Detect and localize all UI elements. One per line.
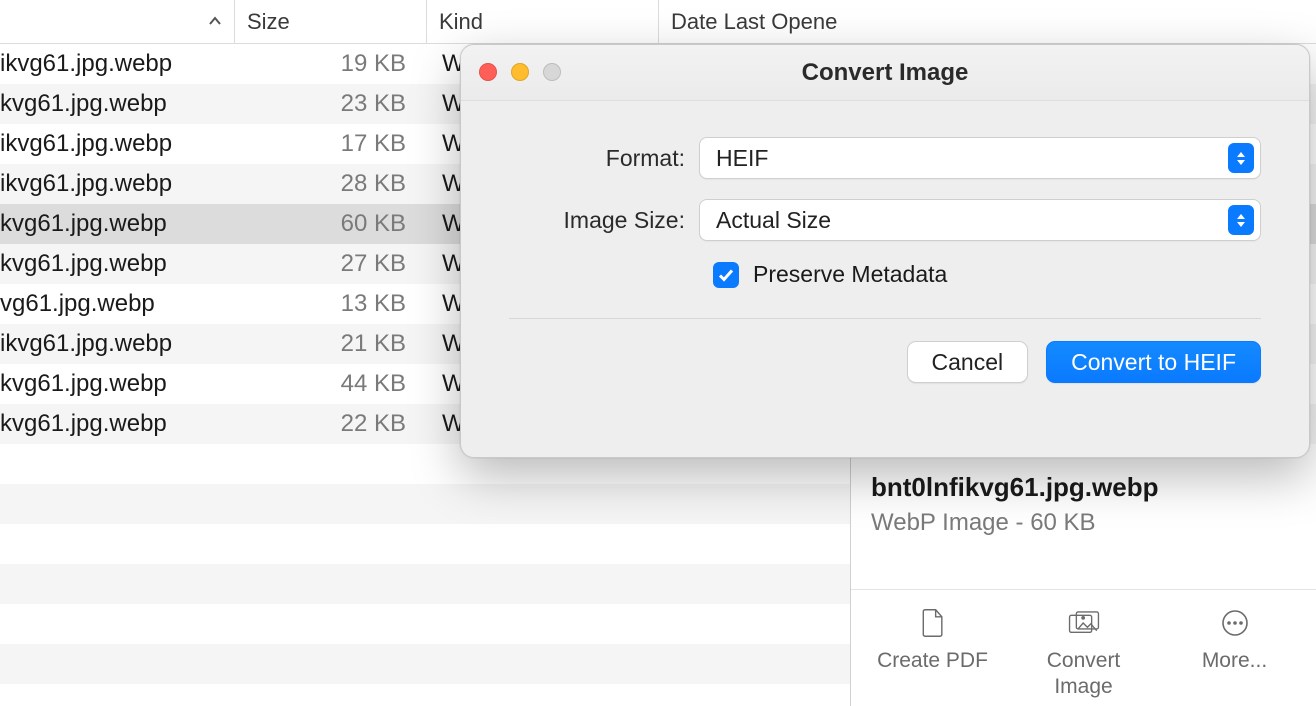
cell-size: 22 KB bbox=[234, 410, 426, 438]
format-value: HEIF bbox=[716, 145, 768, 172]
cell-name: ikvg61.jpg.webp bbox=[0, 50, 234, 78]
cell-size: 21 KB bbox=[234, 330, 426, 358]
cell-size: 28 KB bbox=[234, 170, 426, 198]
format-select[interactable]: HEIF bbox=[699, 137, 1261, 179]
convert-image-dialog: Convert Image Format: HEIF Image Size: A… bbox=[460, 44, 1310, 458]
checkmark-icon bbox=[718, 267, 734, 283]
more-label: More... bbox=[1202, 648, 1267, 674]
cell-size: 23 KB bbox=[234, 90, 426, 118]
images-icon bbox=[1067, 608, 1101, 638]
cell-size: 27 KB bbox=[234, 250, 426, 278]
cell-name: kvg61.jpg.webp bbox=[0, 90, 234, 118]
sort-ascending-icon bbox=[208, 13, 222, 31]
chevron-updown-icon bbox=[1228, 143, 1254, 173]
close-window-button[interactable] bbox=[479, 63, 497, 81]
create-pdf-action[interactable]: Create PDF bbox=[858, 608, 1008, 701]
preview-subtitle: WebP Image - 60 KB bbox=[851, 509, 1316, 545]
cancel-button[interactable]: Cancel bbox=[907, 341, 1029, 383]
column-header-name[interactable] bbox=[0, 0, 234, 43]
create-pdf-label: Create PDF bbox=[877, 648, 988, 674]
preserve-metadata-label: Preserve Metadata bbox=[753, 261, 947, 288]
column-header-size[interactable]: Size bbox=[234, 0, 426, 43]
cell-name: kvg61.jpg.webp bbox=[0, 250, 234, 278]
cell-size: 17 KB bbox=[234, 130, 426, 158]
cell-size: 44 KB bbox=[234, 370, 426, 398]
convert-image-action[interactable]: Convert Image bbox=[1009, 608, 1159, 701]
dialog-form: Format: HEIF Image Size: Actual Size bbox=[461, 101, 1309, 288]
cell-size: 19 KB bbox=[234, 50, 426, 78]
cell-name: kvg61.jpg.webp bbox=[0, 370, 234, 398]
cell-name: kvg61.jpg.webp bbox=[0, 410, 234, 438]
preview-filename: bnt0lnfikvg61.jpg.webp bbox=[851, 472, 1316, 509]
cell-name: kvg61.jpg.webp bbox=[0, 210, 234, 238]
ellipsis-circle-icon bbox=[1218, 608, 1252, 638]
convert-button[interactable]: Convert to HEIF bbox=[1046, 341, 1261, 383]
preview-pane: bnt0lnfikvg61.jpg.webp WebP Image - 60 K… bbox=[850, 458, 1316, 706]
cell-name: ikvg61.jpg.webp bbox=[0, 130, 234, 158]
chevron-updown-icon bbox=[1228, 205, 1254, 235]
preserve-metadata-checkbox[interactable] bbox=[713, 262, 739, 288]
cell-name: ikvg61.jpg.webp bbox=[0, 330, 234, 358]
quick-actions-bar: Create PDF Convert Image More... bbox=[851, 589, 1316, 706]
dialog-button-row: Cancel Convert to HEIF bbox=[461, 319, 1309, 383]
image-size-label: Image Size: bbox=[509, 207, 699, 234]
dialog-titlebar: Convert Image bbox=[461, 45, 1309, 101]
cell-size: 60 KB bbox=[234, 210, 426, 238]
document-icon bbox=[916, 608, 950, 638]
traffic-lights bbox=[479, 63, 561, 81]
column-header-date[interactable]: Date Last Opene bbox=[658, 0, 1316, 43]
more-action[interactable]: More... bbox=[1160, 608, 1310, 701]
minimize-window-button[interactable] bbox=[511, 63, 529, 81]
cell-name: ikvg61.jpg.webp bbox=[0, 170, 234, 198]
column-header-kind[interactable]: Kind bbox=[426, 0, 658, 43]
convert-image-label: Convert Image bbox=[1047, 648, 1121, 701]
cell-name: vg61.jpg.webp bbox=[0, 290, 234, 318]
format-label: Format: bbox=[509, 145, 699, 172]
column-header-row: Size Kind Date Last Opene bbox=[0, 0, 1316, 44]
cell-size: 13 KB bbox=[234, 290, 426, 318]
image-size-value: Actual Size bbox=[716, 207, 831, 234]
dialog-title: Convert Image bbox=[802, 59, 969, 87]
image-size-select[interactable]: Actual Size bbox=[699, 199, 1261, 241]
zoom-window-button bbox=[543, 63, 561, 81]
